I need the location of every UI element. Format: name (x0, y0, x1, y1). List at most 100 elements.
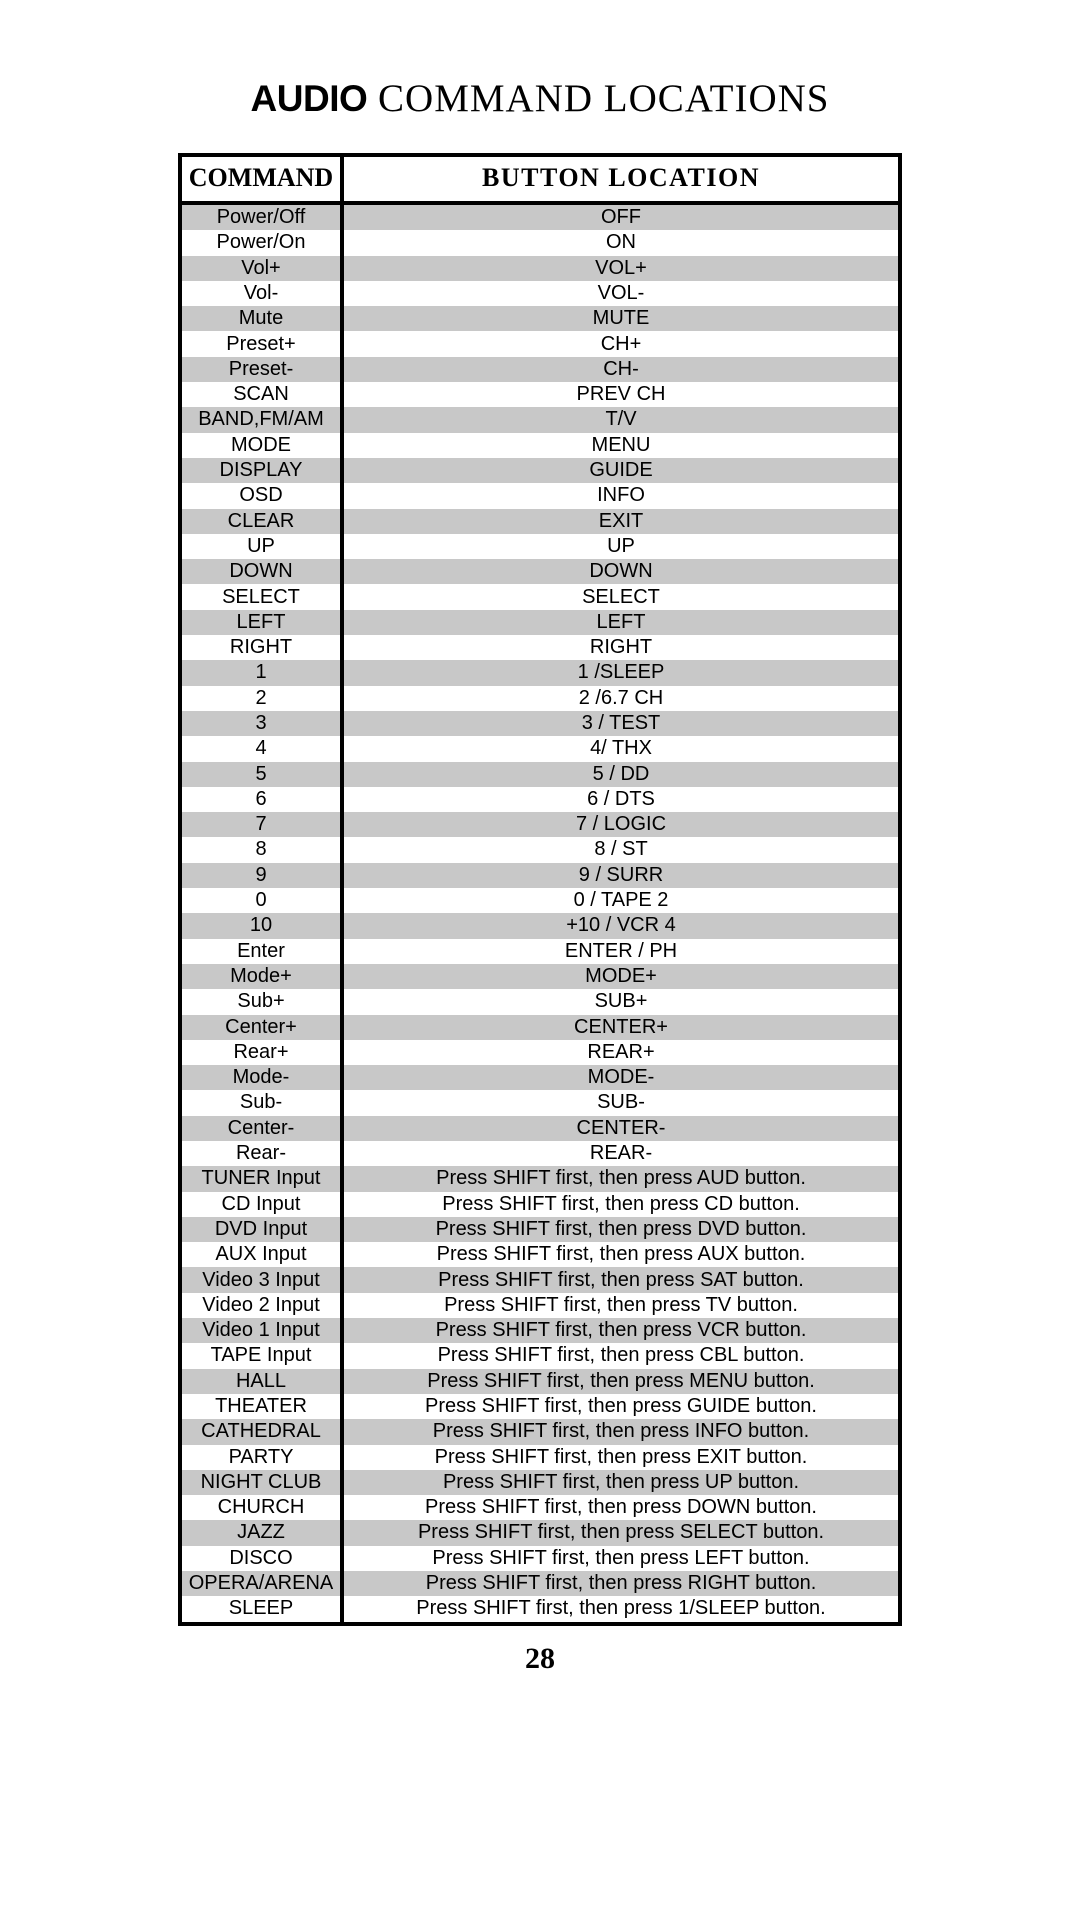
cell-button-location: Press SHIFT first, then press VCR button… (342, 1318, 898, 1344)
table-row: 33 / TEST (182, 710, 898, 737)
cell-command: Video 3 Input (182, 1267, 344, 1293)
table-row: LEFT LEFT (182, 609, 898, 636)
table-row: 00 / TAPE 2 (182, 888, 898, 914)
cell-button-location: CENTER+ (342, 1014, 898, 1040)
table-row: 88 / ST (182, 837, 898, 863)
table-row: 11 /SLEEP (182, 660, 898, 686)
cell-button-location: MODE- (342, 1065, 898, 1091)
table-row: Video 1 Input Press SHIFT first, then pre… (182, 1318, 898, 1344)
table-row: Power/On ON (182, 230, 898, 256)
cell-button-location: 0 / TAPE 2 (342, 888, 898, 914)
cell-command: Center- (182, 1115, 344, 1141)
page-title-emphasis: AUDIO (250, 78, 368, 119)
cell-command: UP (182, 533, 344, 560)
table-row: CHURCH Press SHIFT first, then press DOWN… (182, 1495, 898, 1521)
cell-button-location: 1 /SLEEP (342, 660, 898, 686)
cell-command: PARTY (182, 1444, 344, 1470)
cell-command: THEATER (182, 1393, 344, 1420)
document-page: AUDIO COMMAND LOCATIONS COMMAND BUTTON L… (0, 0, 1080, 1920)
table-row: 66 / DTS (182, 786, 898, 813)
cell-button-location: VOL- (342, 280, 898, 307)
table-header: COMMAND BUTTON LOCATION (182, 157, 898, 205)
cell-button-location: Press SHIFT first, then press DOWN butto… (342, 1495, 898, 1521)
table-row: JAZZ Press SHIFT first, then press SELECT… (182, 1520, 898, 1546)
table-row: 4 4/ THX (182, 736, 898, 762)
cell-button-location: DOWN (342, 559, 898, 585)
cell-command: Vol- (182, 280, 344, 307)
table-row: HALL Press SHIFT first, then press MENU b… (182, 1368, 898, 1394)
cell-button-location: Press SHIFT first, then press UP button. (342, 1469, 898, 1496)
table-row: CLEAR EXIT (182, 508, 898, 534)
cell-command: JAZZ (182, 1520, 344, 1546)
cell-command: Enter (182, 938, 344, 964)
cell-button-location: OFF (342, 203, 898, 231)
cell-command: SCAN (182, 382, 344, 408)
table-body: Power/Off OFF Power/On ON Vol+ VOL+ Vol- VOL- Mu… (182, 203, 898, 1622)
cell-command: BAND,FM/AM (182, 407, 344, 433)
table-row: MODE MENU (182, 432, 898, 458)
cell-button-location: CH+ (342, 331, 898, 357)
cell-button-location: 9 / SURR (342, 862, 898, 889)
cell-button-location: 6 / DTS (342, 786, 898, 813)
cell-command: DISPLAY (182, 457, 344, 484)
cell-command: HALL (182, 1368, 344, 1394)
table-row: Mode- MODE- (182, 1065, 898, 1091)
cell-command: AUX Input (182, 1242, 344, 1268)
table-row: Sub+ SUB+ (182, 989, 898, 1015)
cell-button-location: UP (342, 533, 898, 560)
cell-command: Sub+ (182, 989, 344, 1015)
table-row: CD Input Press SHIFT first, then press CD… (182, 1191, 898, 1217)
table-row: Preset- CH- (182, 356, 898, 383)
cell-button-location: Press SHIFT first, then press CD button. (342, 1191, 898, 1217)
command-table: COMMAND BUTTON LOCATION Power/Off OFF Powe… (182, 157, 898, 1622)
cell-command: CLEAR (182, 508, 344, 534)
table-row: Enter ENTER / PH (182, 938, 898, 964)
table-row: NIGHT CLUB Press SHIFT first, then press … (182, 1469, 898, 1496)
cell-button-location: SUB- (342, 1090, 898, 1116)
cell-command: Video 2 Input (182, 1292, 344, 1319)
cell-command: RIGHT (182, 635, 344, 661)
page-number: 28 (525, 1641, 555, 1675)
table-row: AUX Input Press SHIFT first, then press A… (182, 1242, 898, 1268)
page-title: AUDIO COMMAND LOCATIONS (0, 0, 1080, 121)
cell-button-location: 8 / ST (342, 837, 898, 863)
cell-button-location: LEFT (342, 609, 898, 636)
table-row: PARTY Press SHIFT first, then press EXIT … (182, 1444, 898, 1470)
cell-command: Center+ (182, 1014, 344, 1040)
cell-command: 2 (182, 685, 344, 711)
cell-button-location: Press SHIFT first, then press EXIT butto… (342, 1444, 898, 1470)
cell-command: Vol+ (182, 255, 344, 281)
table-row: BAND,FM/AM T/V (182, 407, 898, 433)
table-row: SCAN PREV CH (182, 382, 898, 408)
cell-command: 10 (182, 913, 344, 939)
cell-command: 4 (182, 736, 344, 762)
cell-command: DVD Input (182, 1216, 344, 1243)
cell-command: Mode+ (182, 963, 344, 990)
cell-button-location: Press SHIFT first, then press GUIDE butt… (342, 1393, 898, 1420)
cell-command: DISCO (182, 1545, 344, 1572)
cell-button-location: MUTE (342, 306, 898, 332)
table-row: Video 2 Input Press SHIFT first, then pre… (182, 1292, 898, 1319)
table-row: Vol+ VOL+ (182, 255, 898, 281)
cell-button-location: EXIT (342, 508, 898, 534)
table-row: RIGHT RIGHT (182, 635, 898, 661)
cell-button-location: VOL+ (342, 255, 898, 281)
cell-button-location: 3 / TEST (342, 710, 898, 737)
cell-button-location: Press SHIFT first, then press AUX button… (342, 1242, 898, 1268)
cell-button-location: MODE+ (342, 963, 898, 990)
table-row: TUNER Input Press SHIFT first, then press… (182, 1166, 898, 1192)
table-row: Rear+ REAR+ (182, 1039, 898, 1066)
table-row: Vol- VOL- (182, 280, 898, 307)
table-row: TAPE Input Press SHIFT first, then press … (182, 1343, 898, 1369)
table-row: CATHEDRAL Press SHIFT first, then press I… (182, 1419, 898, 1445)
cell-command: Rear- (182, 1140, 344, 1167)
cell-button-location: SUB+ (342, 989, 898, 1015)
page-title-remainder: COMMAND LOCATIONS (367, 77, 830, 120)
table-row: OSD INFO (182, 483, 898, 509)
cell-command: OPERA/ARENA (182, 1571, 344, 1597)
cell-button-location: REAR- (342, 1140, 898, 1167)
cell-command: DOWN (182, 559, 344, 585)
cell-command: OSD (182, 483, 344, 509)
table-row: Mode+ MODE+ (182, 963, 898, 990)
cell-button-location: Press SHIFT first, then press INFO butto… (342, 1419, 898, 1445)
